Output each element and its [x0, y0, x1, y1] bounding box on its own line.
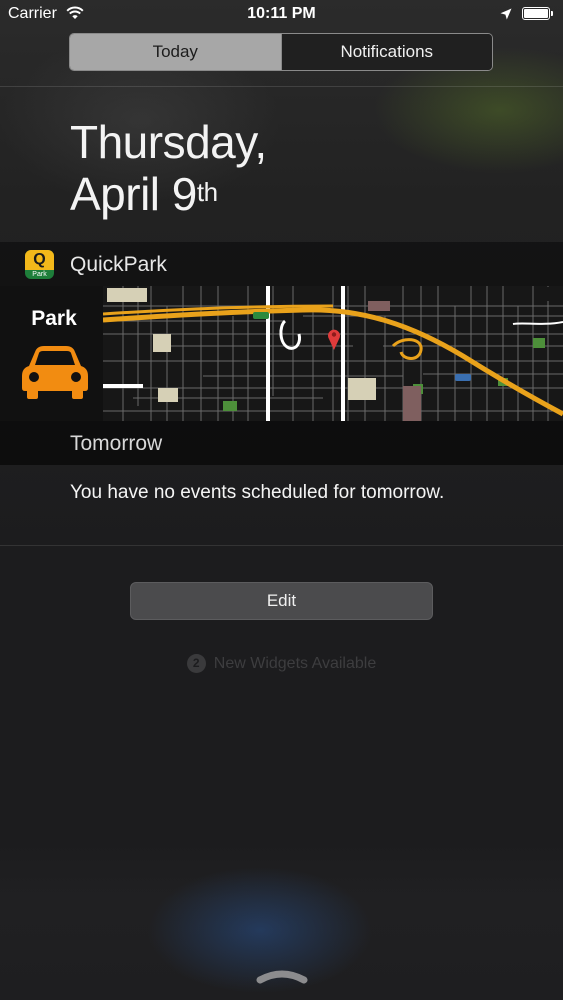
tab-notifications[interactable]: Notifications: [280, 34, 492, 70]
map-graphic: [103, 286, 563, 421]
segmented-control: Today Notifications: [69, 33, 493, 71]
map-view[interactable]: [103, 286, 563, 421]
location-arrow-icon: [500, 8, 512, 20]
close-handle-icon[interactable]: [256, 968, 308, 984]
widget-title: QuickPark: [70, 253, 167, 276]
car-icon: [22, 346, 88, 399]
date-month-day-text: April 9: [70, 168, 197, 220]
new-widgets-notice[interactable]: 2 New Widgets Available: [0, 654, 563, 673]
edit-button[interactable]: Edit: [130, 582, 433, 620]
new-widgets-count-badge: 2: [186, 654, 206, 673]
date-heading: Thursday, April 9th: [70, 116, 267, 220]
new-widgets-label: New Widgets Available: [213, 654, 377, 672]
map-pin-icon: [328, 329, 340, 350]
quickpark-app-icon: Q Park: [25, 250, 54, 279]
app-icon-letter: Q: [25, 250, 54, 270]
battery-icon: [522, 7, 553, 20]
tomorrow-title: Tomorrow: [70, 432, 163, 455]
status-bar: Carrier 10:11 PM: [0, 0, 563, 30]
divider: [0, 545, 563, 546]
tomorrow-message: You have no events scheduled for tomorro…: [70, 482, 445, 503]
divider: [0, 86, 563, 87]
app-icon-caption: Park: [32, 271, 47, 278]
date-month-day: April 9th: [70, 168, 267, 220]
date-weekday: Thursday,: [70, 116, 267, 168]
date-ordinal-suffix: th: [196, 177, 218, 207]
tab-today[interactable]: Today: [70, 34, 281, 70]
park-label: Park: [31, 307, 77, 330]
clock: 10:11 PM: [247, 5, 316, 22]
